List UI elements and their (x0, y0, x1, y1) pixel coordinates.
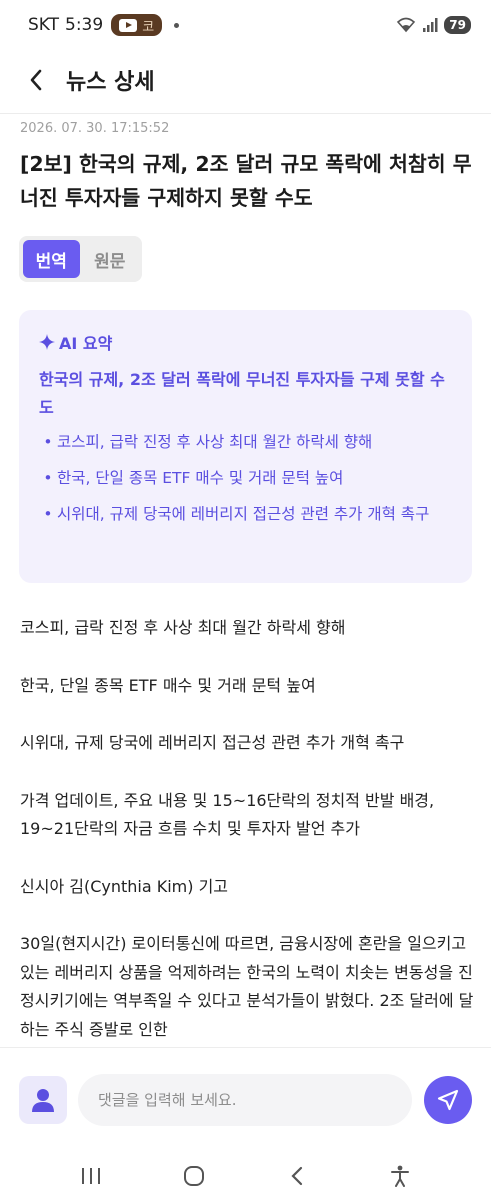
article-timestamp: 2026. 07. 30. 17:15:52 (20, 121, 170, 136)
send-button[interactable] (424, 1076, 472, 1124)
back-nav-icon[interactable] (277, 1156, 317, 1196)
article-paragraph: 신시아 김(Cynthia Kim) 기고 (20, 876, 229, 896)
article-paragraph: 한국, 단일 종목 ETF 매수 및 거래 문턱 높여 (20, 675, 316, 695)
media-notification-pill: 코 (111, 14, 163, 36)
user-avatar-icon (19, 1076, 67, 1124)
article-paragraph: 30일(현지시간) 로이터통신에 따르면, 금융시장에 혼란을 일으키고 있는 … (20, 934, 474, 1039)
app-header: 뉴스 상세 (0, 50, 491, 110)
ai-summary-card: AI 요약 한국의 규제, 2조 달러 폭락에 무너진 투자자들 구제 못할 수… (19, 310, 472, 583)
notification-dot-icon (174, 22, 180, 28)
translated-tab-button[interactable]: 번역 (23, 240, 80, 278)
header-divider (0, 113, 491, 114)
send-icon (437, 1089, 459, 1111)
page-title: 뉴스 상세 (66, 70, 155, 95)
notification-text: 코 (142, 19, 155, 35)
home-icon[interactable] (174, 1156, 214, 1196)
language-toggle: 번역 원문 (19, 236, 142, 282)
article-body: 코스피, 급락 진정 후 사상 최대 월간 하락세 향해 한국, 단일 종목 E… (20, 614, 475, 1073)
ai-summary-point: 한국, 단일 종목 ETF 매수 및 거래 문턱 높여 (39, 464, 452, 492)
clock: 5:39 (65, 15, 104, 35)
status-bar: SKT 5:39 코 79 (0, 0, 491, 50)
signal-icon (423, 18, 438, 32)
youtube-icon (119, 18, 138, 32)
sparkle-icon (39, 334, 55, 350)
ai-summary-point: 코스피, 급락 진정 후 사상 최대 월간 하락세 향해 (39, 428, 452, 456)
ai-summary-title: AI 요약 (59, 334, 113, 353)
article-paragraph: 코스피, 급락 진정 후 사상 최대 월간 하락세 향해 (20, 618, 346, 637)
wifi-icon (397, 17, 416, 33)
article-headline: [2보] 한국의 규제, 2조 달러 규모 폭락에 처참히 무너진 투자자들 구… (20, 152, 472, 210)
ai-summary-point: 시위대, 규제 당국에 레버리지 접근성 관련 추가 개혁 촉구 (39, 500, 452, 528)
system-nav-bar (0, 1152, 491, 1200)
ai-summary-points: 코스피, 급락 진정 후 사상 최대 월간 하락세 향해 한국, 단일 종목 E… (39, 428, 452, 528)
back-arrow-icon[interactable] (22, 66, 50, 94)
ai-summary-headline: 한국의 규제, 2조 달러 폭락에 무너진 투자자들 구제 못할 수도 (39, 370, 445, 417)
battery-indicator: 79 (444, 16, 471, 34)
article-paragraph: 가격 업데이트, 주요 내용 및 15~16단락의 정치적 반발 배경, 19~… (20, 790, 435, 839)
original-tab-button[interactable]: 원문 (82, 240, 139, 278)
ai-summary-header: AI 요약 (39, 330, 452, 354)
carrier-label: SKT (28, 15, 60, 35)
status-icons: 79 (396, 16, 471, 34)
recent-apps-icon[interactable] (71, 1156, 111, 1196)
accessibility-icon[interactable] (380, 1156, 420, 1196)
comment-input[interactable] (78, 1074, 412, 1126)
comment-bar (0, 1048, 491, 1152)
article-paragraph: 시위대, 규제 당국에 레버리지 접근성 관련 추가 개혁 촉구 (20, 733, 405, 752)
